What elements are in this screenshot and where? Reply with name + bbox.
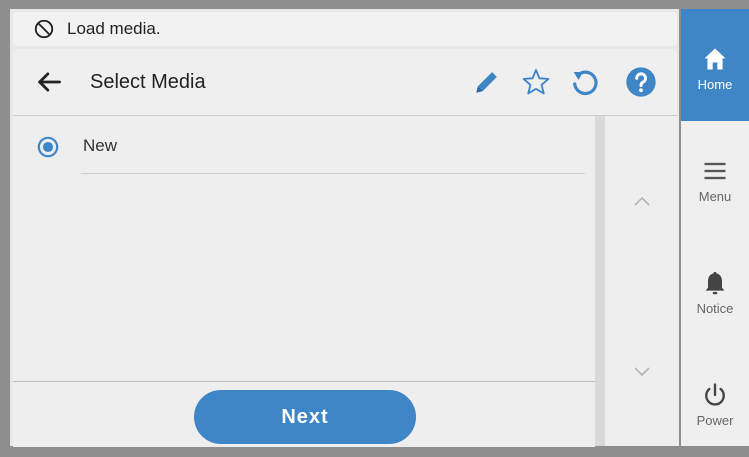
sidebar-item-menu[interactable]: Menu bbox=[681, 121, 749, 233]
prohibited-icon bbox=[34, 19, 54, 39]
help-icon[interactable] bbox=[625, 66, 657, 98]
main-panel: Load media. Select Media New Next bbox=[10, 9, 679, 447]
sidebar-item-notice[interactable]: Notice bbox=[681, 233, 749, 345]
home-icon bbox=[704, 48, 726, 70]
menu-icon bbox=[704, 162, 726, 180]
scrollbar-track[interactable] bbox=[595, 116, 605, 446]
list-item-new[interactable]: New bbox=[13, 116, 595, 176]
printer-screen: Load media. Select Media New Next Home M… bbox=[0, 0, 749, 447]
pencil-icon[interactable] bbox=[471, 66, 503, 98]
header: Select Media bbox=[13, 49, 677, 116]
sidebar-item-power[interactable]: Power bbox=[681, 345, 749, 457]
radio-selected-icon[interactable] bbox=[37, 136, 59, 158]
media-list: New bbox=[13, 116, 595, 381]
sidebar-item-home[interactable]: Home bbox=[681, 9, 749, 121]
chevron-up-icon[interactable] bbox=[630, 190, 654, 214]
scroll-controls bbox=[605, 116, 679, 446]
sidebar: Home Menu Notice Power bbox=[681, 9, 749, 446]
status-message: Load media. bbox=[67, 19, 161, 38]
sidebar-item-label: Notice bbox=[696, 301, 734, 316]
page-title: Select Media bbox=[90, 71, 206, 93]
star-icon[interactable] bbox=[520, 66, 552, 98]
list-item-label: New bbox=[83, 136, 118, 155]
next-button[interactable]: Next bbox=[194, 390, 416, 444]
divider bbox=[81, 173, 585, 174]
power-icon bbox=[705, 383, 725, 406]
sidebar-item-label: Home bbox=[697, 77, 733, 92]
chevron-down-icon[interactable] bbox=[630, 359, 654, 383]
sidebar-item-label: Menu bbox=[698, 189, 732, 204]
bell-icon bbox=[705, 271, 725, 295]
status-bar: Load media. bbox=[13, 12, 677, 46]
footer: Next bbox=[13, 381, 595, 447]
refresh-icon[interactable] bbox=[569, 66, 601, 98]
arrow-left-icon[interactable] bbox=[35, 68, 63, 96]
sidebar-item-label: Power bbox=[696, 413, 734, 428]
